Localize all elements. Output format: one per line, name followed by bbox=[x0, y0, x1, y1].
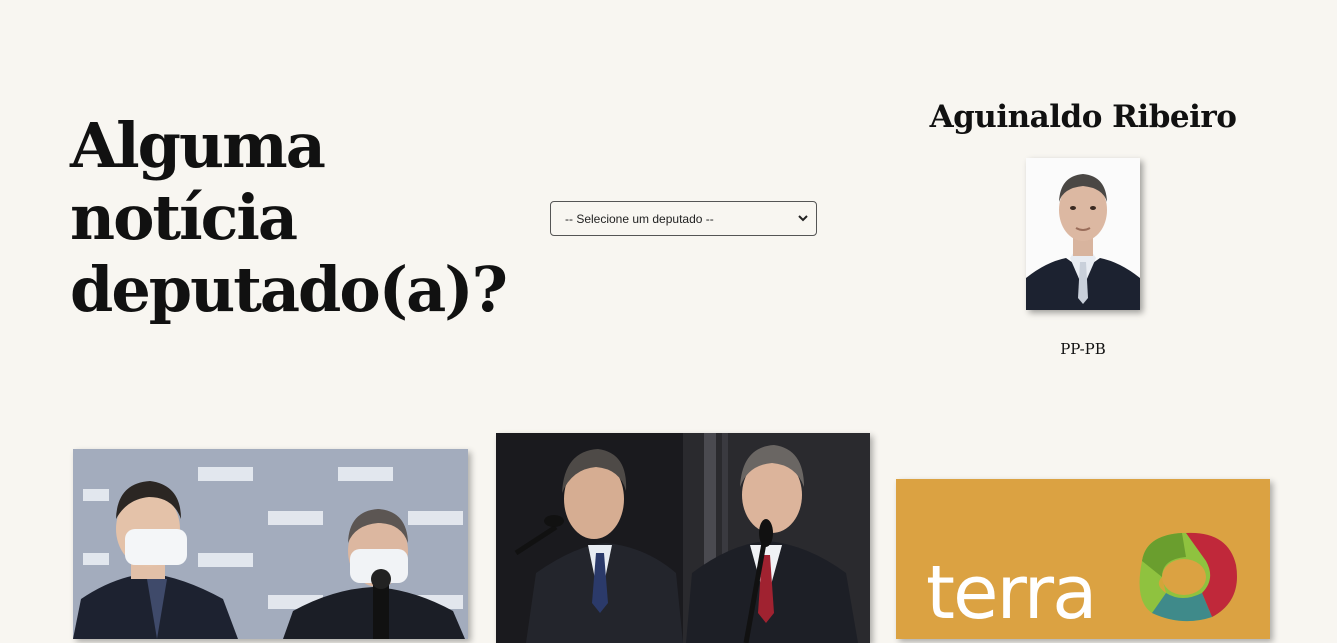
page-headline: Alguma notícia deputado(a)? bbox=[70, 109, 508, 326]
news-card-2[interactable] bbox=[496, 433, 870, 643]
news-card-1[interactable] bbox=[73, 449, 468, 639]
headline-line-2: notícia bbox=[70, 181, 298, 254]
headline-line-3: deputado(a)? bbox=[70, 253, 508, 326]
deputy-party-state: PP-PB bbox=[1060, 340, 1106, 358]
terra-logo-icon bbox=[1139, 532, 1237, 622]
deputy-portrait bbox=[1026, 158, 1140, 310]
deputy-select[interactable]: -- Selecione um deputado -- bbox=[550, 201, 817, 236]
news-image-1 bbox=[73, 449, 468, 639]
news-card-3[interactable]: terra bbox=[896, 479, 1270, 639]
deputy-profile: Aguinaldo Ribeiro PP-PB bbox=[928, 96, 1238, 358]
news-image-2 bbox=[496, 433, 870, 643]
terra-logo-text: terra bbox=[926, 550, 1097, 636]
headline-line-1: Alguma bbox=[70, 109, 326, 182]
deputy-name: Aguinaldo Ribeiro bbox=[929, 99, 1237, 135]
deputy-selector: -- Selecione um deputado -- bbox=[550, 201, 817, 236]
